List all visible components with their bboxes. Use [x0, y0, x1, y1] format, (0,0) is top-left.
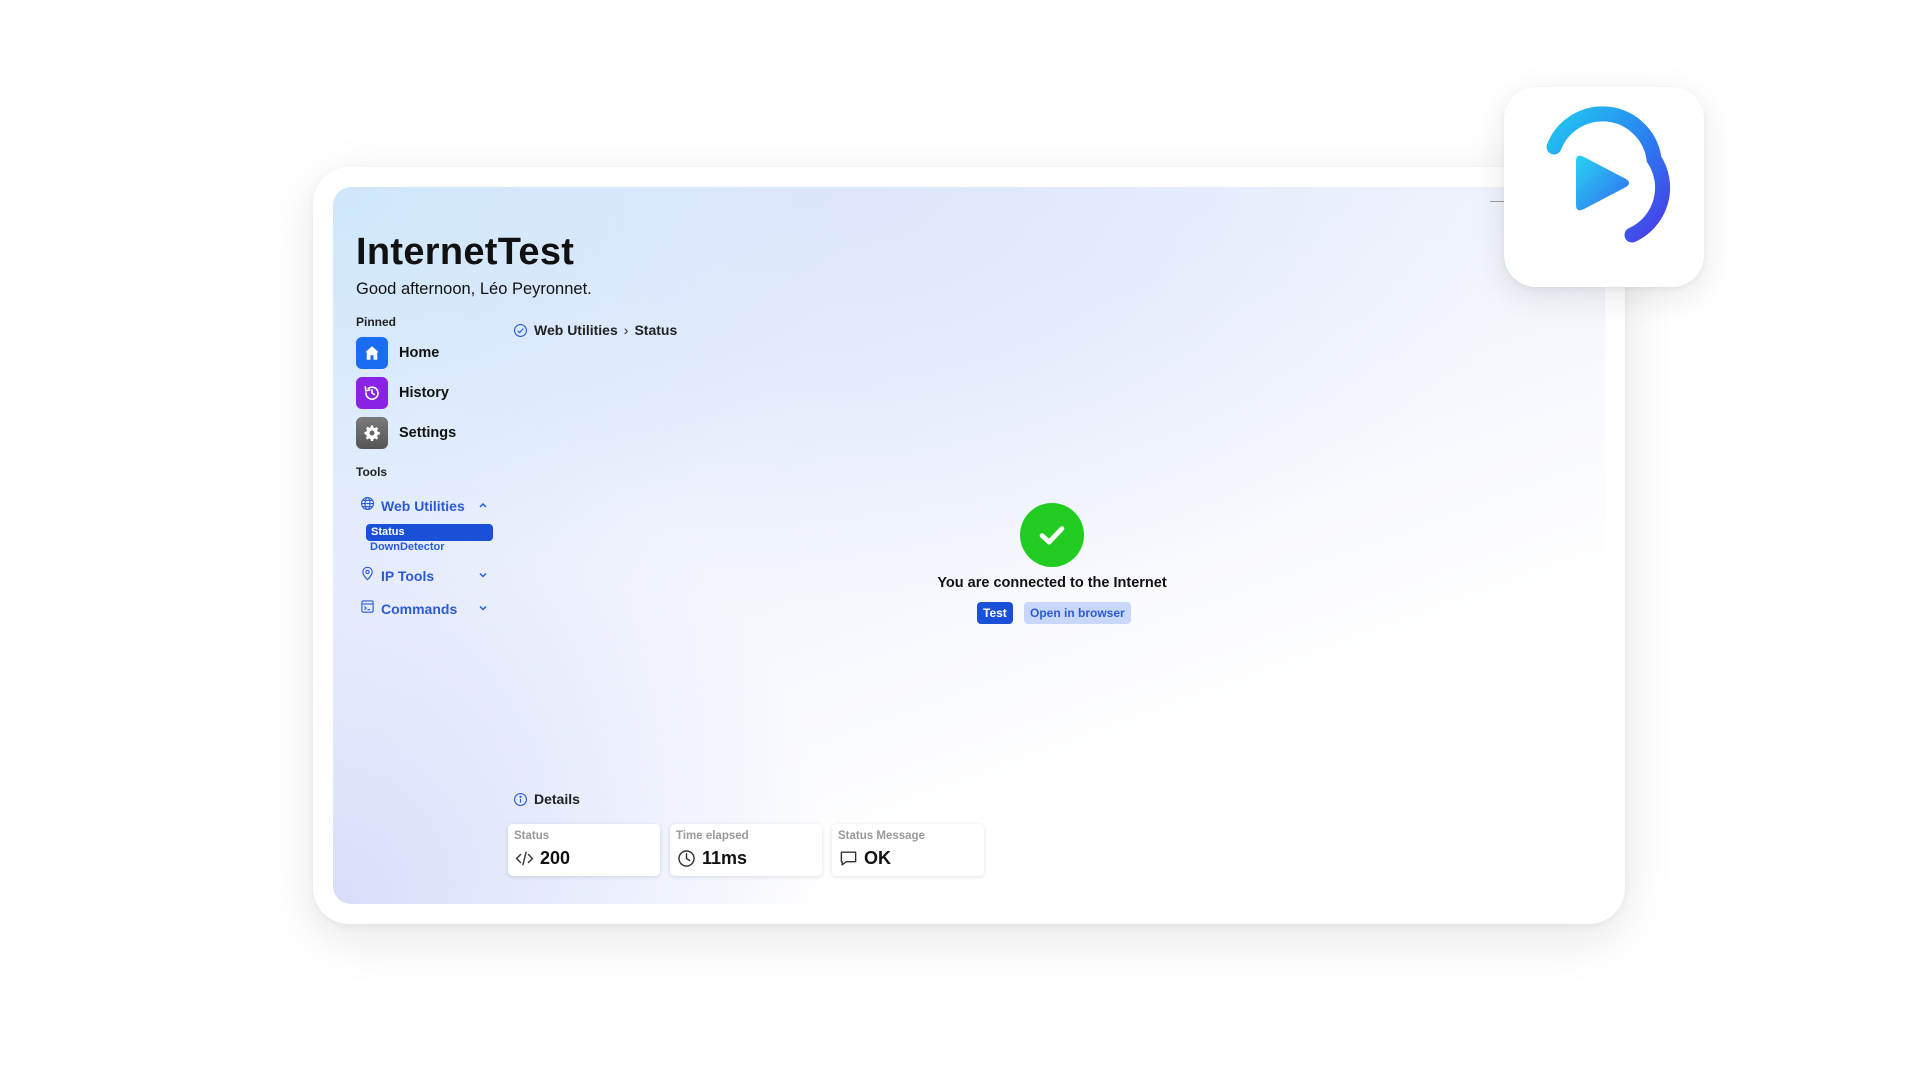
- breadcrumb-separator: ›: [623, 322, 629, 338]
- clock-icon: [678, 850, 695, 867]
- detail-card-label: Time elapsed: [676, 830, 749, 842]
- tools-section-label: Tools: [356, 465, 388, 479]
- detail-card-label: Status: [514, 830, 550, 842]
- breadcrumb-section[interactable]: Web Utilities: [534, 322, 618, 338]
- breadcrumb: Web Utilities › Status: [513, 322, 677, 338]
- tool-group-label: IP Tools: [381, 568, 435, 584]
- tool-group-commands[interactable]: Commands: [360, 599, 490, 619]
- connection-status-message: You are connected to the Internet: [937, 575, 1167, 591]
- detail-card-time-elapsed: Time elapsed 11ms: [670, 824, 822, 876]
- gear-icon: [356, 417, 388, 449]
- chevron-down-icon[interactable]: [478, 600, 488, 618]
- pinned-item-label: Settings: [399, 425, 457, 441]
- app-logo-icon: [1546, 106, 1671, 243]
- chevron-up-icon[interactable]: [478, 497, 488, 515]
- tool-group-ip-tools[interactable]: IP Tools: [360, 566, 490, 586]
- detail-card-value-text: 200: [540, 848, 571, 868]
- app-logo-tile: [1504, 87, 1704, 287]
- terminal-icon: [360, 599, 375, 619]
- globe-icon: [360, 496, 375, 516]
- pinned-item-home[interactable]: Home: [356, 337, 439, 369]
- detail-card-status: Status 200: [508, 824, 660, 876]
- code-icon: [515, 851, 534, 866]
- app-window: — InternetTest Good afternoon, Léo Peyro…: [333, 187, 1605, 904]
- tool-group-label: Commands: [381, 601, 458, 617]
- history-icon: [356, 377, 388, 409]
- test-button[interactable]: Test: [977, 602, 1013, 624]
- detail-card-value-text: 11ms: [702, 848, 748, 868]
- home-icon: [356, 337, 388, 369]
- details-title: Details: [534, 791, 580, 807]
- pinned-item-label: History: [399, 385, 449, 401]
- details-header: Details: [513, 791, 580, 807]
- detail-card-value: 200: [515, 848, 570, 869]
- tool-group-label: Web Utilities: [381, 498, 465, 514]
- breadcrumb-page: Status: [634, 322, 678, 338]
- chevron-down-icon[interactable]: [478, 567, 488, 585]
- location-pin-icon: [360, 566, 375, 586]
- detail-card-value-text: OK: [864, 848, 891, 868]
- detail-card-value: OK: [839, 848, 891, 869]
- subnav-item-status[interactable]: Status: [366, 524, 493, 541]
- pinned-item-settings[interactable]: Settings: [356, 417, 456, 449]
- subnav-item-downdetector[interactable]: DownDetector: [370, 541, 445, 553]
- pinned-section-label: Pinned: [356, 315, 397, 329]
- message-icon: [840, 851, 857, 866]
- check-circle-outline-icon: [513, 323, 528, 338]
- greeting-text: Good afternoon, Léo Peyronnet.: [356, 280, 592, 298]
- tool-group-web-utilities[interactable]: Web Utilities: [360, 496, 490, 516]
- app-title: InternetTest: [356, 231, 575, 273]
- detail-card-status-message: Status Message OK: [832, 824, 984, 876]
- pinned-item-label: Home: [399, 345, 440, 361]
- detail-card-label: Status Message: [838, 830, 925, 842]
- pinned-item-history[interactable]: History: [356, 377, 449, 409]
- info-icon: [513, 792, 528, 807]
- success-check-icon: [1020, 503, 1084, 567]
- open-in-browser-button[interactable]: Open in browser: [1024, 602, 1131, 624]
- detail-card-value: 11ms: [677, 848, 747, 869]
